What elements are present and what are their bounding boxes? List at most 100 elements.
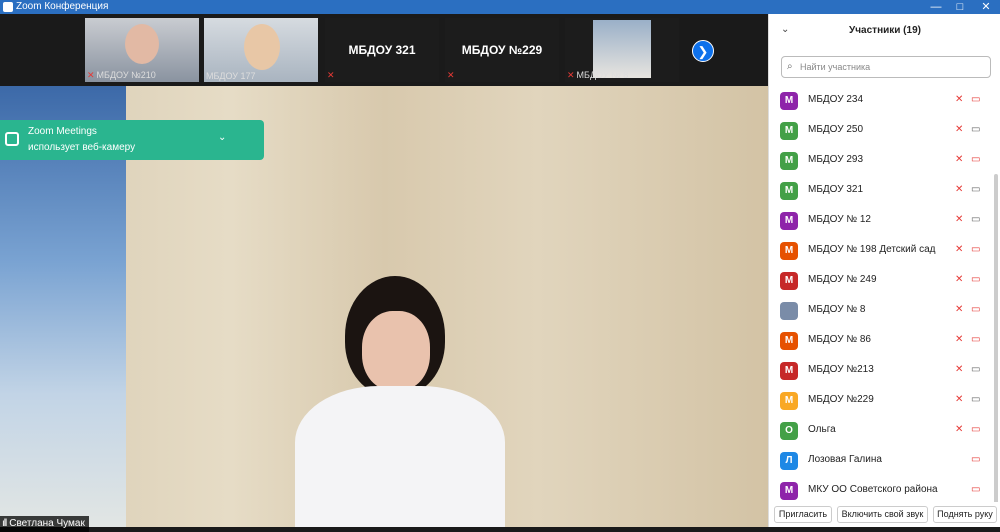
video-off-icon[interactable]: ▭	[971, 304, 980, 316]
participant-name: Лозовая Галина	[808, 454, 882, 465]
participant-row[interactable]: МБДОУ № 8 ✕ ▭	[769, 296, 989, 326]
participant-name: МБДОУ №229	[808, 394, 874, 405]
raise-hand-button[interactable]: Поднять руку	[933, 506, 997, 523]
participant-row[interactable]: Л Лозовая Галина ▭	[769, 446, 989, 476]
invite-button[interactable]: Пригласить	[774, 506, 832, 523]
video-off-icon[interactable]: ▭	[971, 424, 980, 436]
avatar: М	[780, 242, 798, 260]
participant-row[interactable]: М МБДОУ № 86 ✕ ▭	[769, 326, 989, 356]
mic-muted-icon[interactable]: ✕	[955, 304, 963, 316]
search-icon: ⌕	[787, 61, 793, 72]
mic-muted-icon[interactable]: ✕	[955, 394, 963, 406]
thumbnail-name: МБДОУ 321	[348, 43, 416, 57]
participant-name: МБДОУ № 249	[808, 274, 877, 285]
notification-title: Zoom Meetings	[28, 126, 97, 137]
speaker-name: Светлана Чумак	[9, 518, 85, 529]
participant-name: МБДОУ 234	[808, 94, 864, 105]
video-off-icon[interactable]: ▭	[971, 454, 980, 466]
video-off-icon[interactable]: ▭	[971, 154, 980, 166]
speaker-face	[362, 311, 430, 391]
avatar: М	[780, 482, 798, 500]
mic-muted-icon[interactable]: ✕	[955, 94, 963, 106]
participant-row[interactable]: М МБДОУ № 12 ✕ ▭	[769, 206, 989, 236]
thumbnail-name: МБДОУ №229	[461, 43, 543, 57]
video-on-icon[interactable]: ▭	[971, 184, 980, 196]
participant-name: МКУ ОО Советского района	[808, 484, 938, 495]
mic-muted-icon[interactable]: ✕	[955, 424, 963, 436]
participant-name: МБДОУ №213	[808, 364, 874, 375]
avatar: М	[780, 362, 798, 380]
mic-muted-icon: ✕	[327, 70, 335, 80]
avatar: М	[780, 182, 798, 200]
maximize-button[interactable]: □	[950, 0, 970, 14]
avatar: М	[780, 332, 798, 350]
video-on-icon[interactable]: ▭	[971, 124, 980, 136]
participant-name: МБДОУ 250	[808, 124, 864, 135]
video-on-icon[interactable]: ▭	[971, 394, 980, 406]
participant-row[interactable]: О Ольга ✕ ▭	[769, 416, 989, 446]
mic-muted-icon[interactable]: ✕	[955, 364, 963, 376]
participant-row[interactable]: М МБДОУ № 249 ✕ ▭	[769, 266, 989, 296]
webcam-icon	[5, 132, 19, 146]
participant-name: МБДОУ № 8	[808, 304, 866, 315]
participant-row[interactable]: М МБДОУ 293 ✕ ▭	[769, 146, 989, 176]
close-button[interactable]: ✕	[976, 0, 996, 14]
participant-row[interactable]: М МБДОУ 321 ✕ ▭	[769, 176, 989, 206]
video-on-icon[interactable]: ▭	[971, 364, 980, 376]
mic-muted-icon[interactable]: ✕	[955, 274, 963, 286]
thumbnail-label: ✕ МБДОУ №210	[87, 70, 156, 80]
video-thumbnail[interactable]: МБДОУ 321 ✕	[325, 18, 439, 82]
mic-muted-icon[interactable]: ✕	[955, 124, 963, 136]
panel-footer: Пригласить Включить свой звук Поднять ру…	[769, 502, 1000, 527]
participant-video	[125, 24, 159, 64]
speaker-body	[295, 386, 505, 527]
video-thumbnail[interactable]: МБДОУ №229 ✕	[445, 18, 559, 82]
video-off-icon[interactable]: ▭	[971, 94, 980, 106]
mic-muted-icon: ✕	[87, 70, 95, 80]
video-thumbnail[interactable]: ✕ МБДОУ №210	[85, 18, 199, 82]
participant-name: МБДОУ № 86	[808, 334, 871, 345]
search-placeholder: Найти участника	[800, 62, 871, 72]
webcam-notification[interactable]: Zoom Meetings использует веб-камеру ⌄	[0, 120, 264, 160]
thumbnail-label: ✕	[445, 70, 457, 81]
participant-row[interactable]: М МКУ ОО Советского района ▭	[769, 476, 989, 502]
participant-row[interactable]: М МБДОУ №213 ✕ ▭	[769, 356, 989, 386]
participant-row[interactable]: М МБДОУ 250 ✕ ▭	[769, 116, 989, 146]
audio-level-icon: ıll	[2, 518, 7, 529]
scrollbar[interactable]	[994, 174, 998, 504]
avatar: М	[780, 392, 798, 410]
participants-panel: ⌄ Участники (19) ⌕ Найти участника М МБДО…	[768, 14, 1000, 527]
mic-muted-icon[interactable]: ✕	[955, 244, 963, 256]
unmute-button[interactable]: Включить свой звук	[837, 506, 928, 523]
mic-muted-icon[interactable]: ✕	[955, 334, 963, 346]
avatar: М	[780, 122, 798, 140]
minimize-button[interactable]: —	[926, 0, 946, 14]
participant-list: М МБДОУ 234 ✕ ▭ М МБДОУ 250 ✕ ▭ М МБДОУ 293 ✕ ▭ М МБД…	[769, 78, 1000, 502]
panel-title: Участники (19)	[849, 25, 921, 36]
thumbnail-label: ✕ МБДОУ № 8	[567, 70, 629, 80]
video-thumbnail[interactable]: ✕ МБДОУ № 8	[565, 18, 679, 82]
participant-search-input[interactable]: ⌕ Найти участника	[781, 56, 991, 78]
mic-muted-icon[interactable]: ✕	[955, 154, 963, 166]
mic-muted-icon[interactable]: ✕	[955, 214, 963, 226]
participant-video	[244, 24, 280, 70]
participant-name: МБДОУ 293	[808, 154, 864, 165]
video-off-icon[interactable]: ▭	[971, 244, 980, 256]
thumbnail-strip: ✕ МБДОУ №210 МБДОУ 177 МБДОУ 321 ✕ МБДОУ …	[0, 14, 768, 86]
video-off-icon[interactable]: ▭	[971, 274, 980, 286]
participant-row[interactable]: М МБДОУ 234 ✕ ▭	[769, 86, 989, 116]
next-page-arrow-icon[interactable]: ❯	[692, 40, 714, 62]
video-off-icon[interactable]: ▭	[971, 484, 980, 496]
video-off-icon[interactable]: ▭	[971, 334, 980, 346]
mic-muted-icon: ✕	[567, 70, 575, 80]
notification-text: использует веб-камеру	[28, 142, 136, 153]
avatar	[780, 302, 798, 320]
video-on-icon[interactable]: ▭	[971, 214, 980, 226]
video-thumbnail[interactable]: МБДОУ 177	[204, 18, 318, 82]
participant-row[interactable]: М МБДОУ № 198 Детский сад ✕ ▭	[769, 236, 989, 266]
mic-muted-icon[interactable]: ✕	[955, 184, 963, 196]
chevron-down-icon[interactable]: ⌄	[218, 132, 226, 143]
participant-row[interactable]: М МБДОУ №229 ✕ ▭	[769, 386, 989, 416]
thumbnail-label: МБДОУ 177	[206, 71, 256, 81]
avatar: О	[780, 422, 798, 440]
